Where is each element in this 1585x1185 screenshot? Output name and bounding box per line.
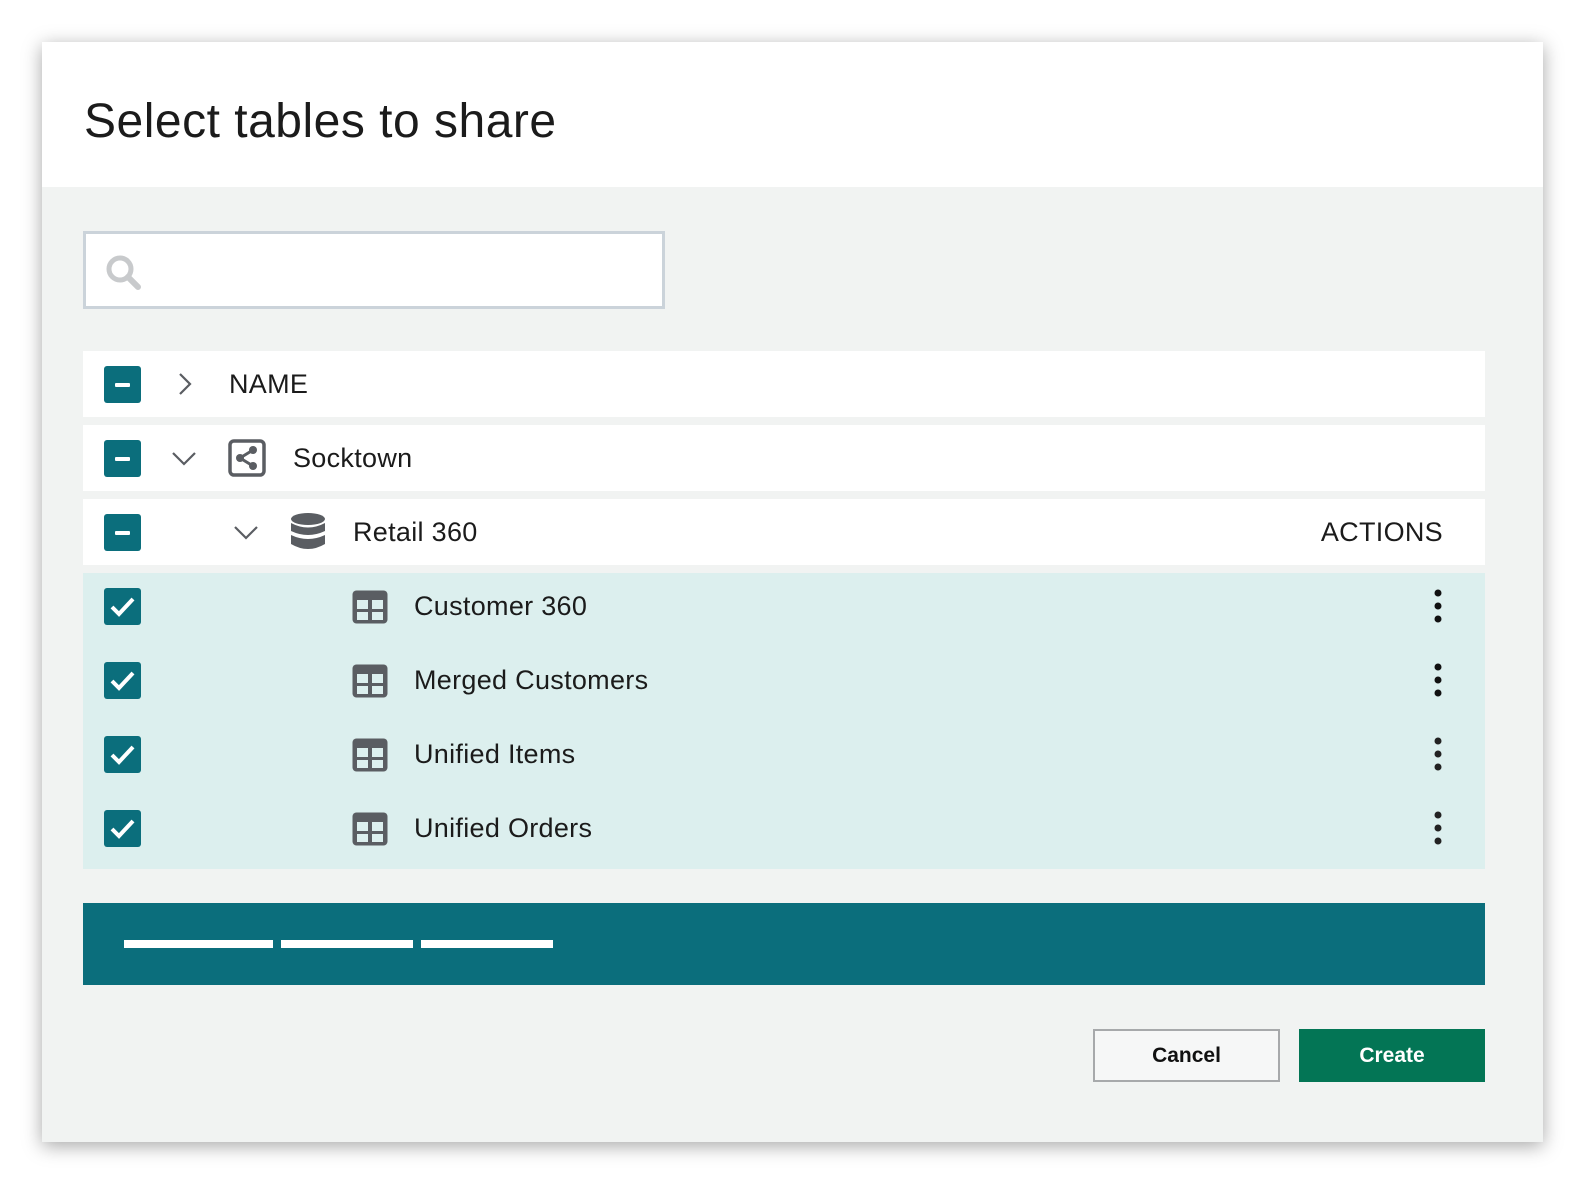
redacted-text-placeholder: [281, 940, 413, 948]
dialog-title: Select tables to share: [84, 95, 557, 148]
chevron-down-icon[interactable]: [170, 444, 198, 472]
tree-header-row: NAME: [83, 351, 1485, 417]
create-button[interactable]: Create: [1299, 1029, 1485, 1082]
row-checkbox[interactable]: [104, 514, 141, 551]
search-box[interactable]: [83, 231, 665, 309]
table-icon: [352, 590, 388, 624]
redacted-text-placeholder: [421, 940, 553, 948]
column-header-actions: ACTIONS: [1320, 517, 1443, 547]
column-header-name: NAME: [229, 369, 309, 399]
row-checkbox[interactable]: [104, 810, 141, 847]
kebab-icon: [1434, 811, 1442, 845]
table-icon: [352, 738, 388, 772]
table-icon: [352, 812, 388, 846]
share-tables-dialog: Select tables to share NAME Socktown Ret…: [42, 42, 1543, 1142]
database-icon: [291, 513, 325, 549]
share-icon: [228, 439, 266, 477]
tree-row-merged-customers[interactable]: Merged Customers: [83, 647, 1485, 721]
row-label: Customer 360: [414, 591, 588, 621]
search-icon: [106, 255, 141, 290]
tree-row-retail-360[interactable]: Retail 360 ACTIONS: [83, 499, 1485, 565]
dialog-header: Select tables to share: [42, 42, 1543, 187]
tree-row-unified-orders[interactable]: Unified Orders: [83, 795, 1485, 869]
row-actions-menu[interactable]: [1423, 809, 1453, 849]
info-banner: [83, 903, 1485, 985]
row-checkbox[interactable]: [104, 440, 141, 477]
table-icon: [352, 664, 388, 698]
tree-row-unified-items[interactable]: Unified Items: [83, 721, 1485, 795]
row-label: Unified Items: [414, 739, 576, 769]
kebab-icon: [1434, 663, 1442, 697]
row-label: Unified Orders: [414, 813, 593, 843]
row-actions-menu[interactable]: [1423, 735, 1453, 775]
kebab-icon: [1434, 589, 1442, 623]
search-input[interactable]: [156, 234, 650, 308]
kebab-icon: [1434, 737, 1442, 771]
chevron-right-icon[interactable]: [170, 370, 198, 398]
select-all-checkbox[interactable]: [104, 366, 141, 403]
redacted-text-placeholder: [124, 940, 273, 948]
row-actions-menu[interactable]: [1423, 587, 1453, 627]
tree-row-socktown[interactable]: Socktown: [83, 425, 1485, 491]
chevron-down-icon[interactable]: [232, 518, 260, 546]
row-checkbox[interactable]: [104, 662, 141, 699]
row-label: Merged Customers: [414, 665, 649, 695]
tree-row-customer-360[interactable]: Customer 360: [83, 573, 1485, 647]
row-checkbox[interactable]: [104, 588, 141, 625]
row-label: Socktown: [293, 443, 413, 473]
row-checkbox[interactable]: [104, 736, 141, 773]
row-label: Retail 360: [353, 517, 478, 547]
row-actions-menu[interactable]: [1423, 661, 1453, 701]
cancel-button[interactable]: Cancel: [1093, 1029, 1280, 1082]
